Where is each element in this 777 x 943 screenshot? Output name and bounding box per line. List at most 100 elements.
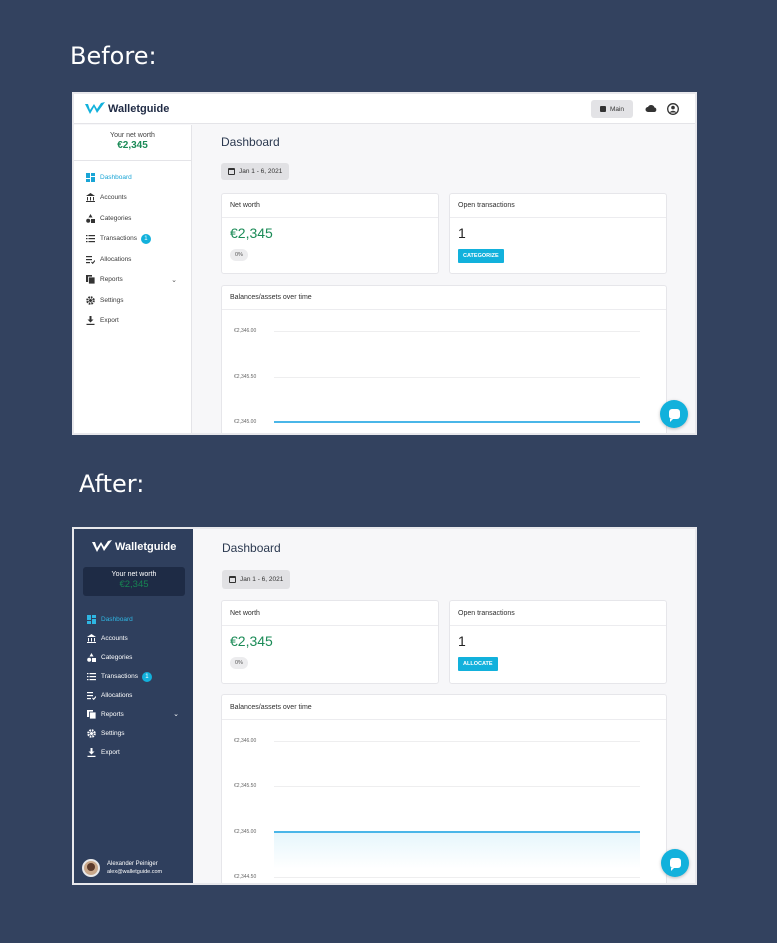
allocations-icon <box>86 255 95 264</box>
transactions-badge: 1 <box>141 671 152 682</box>
sidebar-item-settings[interactable]: Settings <box>74 290 191 311</box>
main-button-label: Main <box>609 105 625 113</box>
net-worth-value: €2,345 <box>119 579 149 590</box>
gear-icon <box>87 729 96 738</box>
card-title: Open transactions <box>450 194 666 218</box>
sidebar-item-label: Dashboard <box>101 616 133 623</box>
wallet-icon <box>599 106 606 112</box>
sidebar-item-export[interactable]: Export <box>74 743 193 762</box>
sidebar-item-allocations[interactable]: Allocations <box>74 686 193 705</box>
sidebar-item-transactions[interactable]: Transactions 1 <box>74 667 193 686</box>
download-icon <box>87 748 96 757</box>
bank-icon <box>86 193 95 203</box>
logo[interactable]: Walletguide <box>92 540 176 553</box>
net-worth-summary: Your net worth €2,345 <box>74 125 191 161</box>
avatar <box>82 859 100 877</box>
after-screenshot: Walletguide Your net worth €2,345 Dashbo… <box>72 527 697 885</box>
chat-icon <box>668 409 680 422</box>
open-transactions-count: 1 <box>458 225 466 241</box>
logo[interactable]: Walletguide <box>85 102 169 115</box>
series-line <box>274 830 640 833</box>
transactions-badge: 1 <box>140 233 151 244</box>
card-title: Balances/assets over time <box>222 695 666 720</box>
logo-text: Walletguide <box>115 540 177 553</box>
net-worth-label: Your net worth <box>111 571 157 578</box>
card-title: Open transactions <box>450 601 666 626</box>
net-worth-value: €2,345 <box>117 140 148 151</box>
date-range-label: Jan 1 - 6, 2021 <box>240 576 284 583</box>
download-icon <box>86 316 95 326</box>
gear-icon <box>86 295 95 305</box>
walletguide-logo-icon <box>85 102 105 114</box>
main-wallet-button[interactable]: Main <box>591 100 633 118</box>
sidebar-item-allocations[interactable]: Allocations <box>74 249 191 270</box>
net-worth-amount: €2,345 <box>230 633 273 649</box>
change-pill: 0% <box>230 249 248 261</box>
user-profile[interactable]: Alexander Peiniger alex@walletguide.com <box>82 859 162 877</box>
card-title: Net worth <box>222 194 438 218</box>
open-transactions-card: Open transactions 1 CATEGORIZE <box>449 193 667 274</box>
sidebar-item-accounts[interactable]: Accounts <box>74 188 191 209</box>
net-worth-card: Net worth €2,345 0% <box>221 193 439 274</box>
top-bar: Walletguide Main <box>74 94 695 124</box>
categorize-button[interactable]: CATEGORIZE <box>458 249 504 263</box>
sidebar-item-reports[interactable]: Reports ⌄ <box>74 270 191 291</box>
sidebar-item-export[interactable]: Export <box>74 311 191 332</box>
sidebar: Your net worth €2,345 Dashboard Accounts… <box>74 125 192 433</box>
chevron-down-icon[interactable]: ⌄ <box>173 710 179 718</box>
sidebar-item-label: Export <box>100 317 119 325</box>
sidebar-item-label: Dashboard <box>100 173 132 181</box>
list-icon <box>87 672 96 681</box>
sidebar-item-label: Export <box>101 749 120 756</box>
sidebar-item-accounts[interactable]: Accounts <box>74 629 193 648</box>
cloud-icon[interactable] <box>645 103 657 115</box>
sidebar-item-dashboard[interactable]: Dashboard <box>74 167 191 188</box>
series-area <box>274 831 640 869</box>
net-worth-amount: €2,345 <box>230 225 273 241</box>
chevron-down-icon[interactable]: ⌄ <box>171 276 177 284</box>
sidebar-item-label: Accounts <box>101 635 128 642</box>
gridline <box>274 376 640 378</box>
allocate-button[interactable]: ALLOCATE <box>458 657 498 671</box>
shapes-icon <box>86 213 95 223</box>
shapes-icon <box>87 653 96 662</box>
net-worth-card: Net worth €2,345 0% <box>221 600 439 684</box>
allocations-icon <box>87 691 96 700</box>
bank-icon <box>87 634 96 643</box>
chat-button[interactable] <box>661 849 689 877</box>
page-title: Dashboard <box>221 135 280 149</box>
user-email: alex@walletguide.com <box>107 869 163 875</box>
date-range-button[interactable]: Jan 1 - 6, 2021 <box>221 163 290 180</box>
logo-text: Walletguide <box>108 102 170 115</box>
dashboard-content: Dashboard Jan 1 - 6, 2021 Net worth €2,3… <box>193 529 695 883</box>
user-icon[interactable] <box>667 103 679 115</box>
y-tick-label: €2,344.50 <box>234 874 257 880</box>
balances-chart-card: Balances/assets over time €2,346.00 €2,34… <box>221 694 667 883</box>
chat-button[interactable] <box>660 400 688 428</box>
gridline <box>274 786 640 788</box>
card-title: Net worth <box>222 601 438 626</box>
sidebar-item-transactions[interactable]: Transactions 1 <box>74 229 191 250</box>
gridline <box>274 877 640 878</box>
reports-icon <box>86 275 95 285</box>
sidebar-item-label: Transactions <box>100 235 137 243</box>
dashboard-icon <box>87 615 96 624</box>
open-transactions-card: Open transactions 1 ALLOCATE <box>449 600 667 684</box>
card-title: Balances/assets over time <box>222 286 666 310</box>
net-worth-summary: Your net worth €2,345 <box>83 567 185 596</box>
sidebar-item-reports[interactable]: Reports ⌄ <box>74 705 193 724</box>
sidebar-nav: Dashboard Accounts Categories Transactio… <box>74 167 191 331</box>
chat-icon <box>669 858 681 871</box>
reports-icon <box>87 710 96 719</box>
sidebar-item-label: Allocations <box>101 692 133 699</box>
walletguide-logo-icon <box>92 540 112 552</box>
sidebar-nav: Dashboard Accounts Categories Transactio… <box>74 610 193 762</box>
sidebar-item-label: Categories <box>100 214 132 222</box>
before-caption: Before: <box>70 42 157 70</box>
sidebar-item-categories[interactable]: Categories <box>74 648 193 667</box>
sidebar-item-settings[interactable]: Settings <box>74 724 193 743</box>
sidebar-item-label: Accounts <box>100 194 127 202</box>
sidebar-item-dashboard[interactable]: Dashboard <box>74 610 193 629</box>
date-range-button[interactable]: Jan 1 - 6, 2021 <box>222 570 291 589</box>
sidebar-item-categories[interactable]: Categories <box>74 208 191 229</box>
